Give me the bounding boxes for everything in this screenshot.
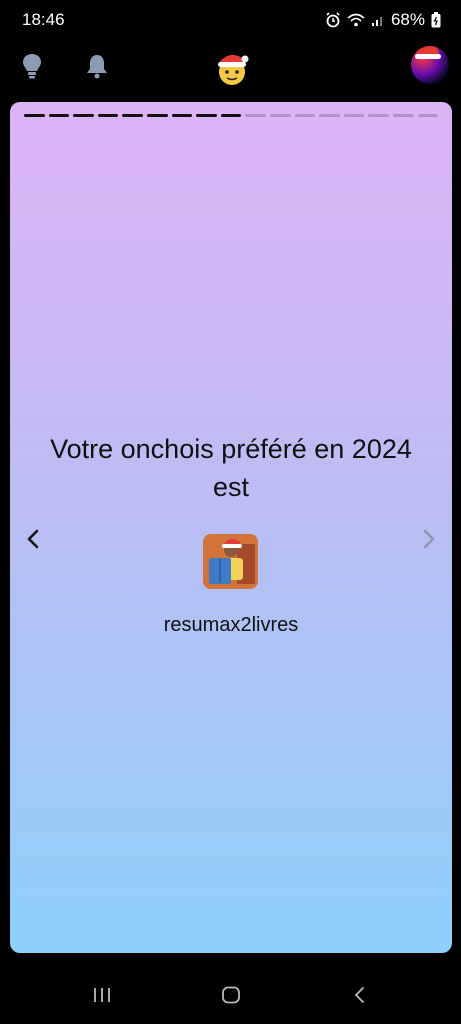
progress-segment [417, 114, 439, 117]
progress-segment [24, 114, 45, 117]
wrapped-story-card[interactable]: Votre onchois préféré en 2024 est resuma… [10, 102, 452, 953]
chevron-right-icon[interactable] [420, 528, 438, 550]
progress-segment [73, 114, 94, 117]
avatar-hat-trim [415, 54, 441, 59]
progress-segment [196, 114, 217, 117]
progress-segment [392, 114, 414, 117]
progress-segment [48, 114, 70, 117]
home-icon[interactable] [221, 986, 241, 1004]
bell-icon[interactable] [84, 52, 110, 80]
status-bar: 18:46 68% [0, 0, 461, 40]
progress-segment [343, 114, 365, 117]
reader-avatar-image [203, 534, 258, 589]
story-progress-bar [24, 114, 439, 118]
system-nav-bar [0, 964, 461, 1024]
progress-segment [97, 114, 119, 117]
favorite-user-name: resumax2livres [163, 614, 299, 636]
progress-segment [294, 114, 316, 117]
battery-icon [431, 12, 441, 28]
user-avatar [203, 534, 258, 589]
progress-segment [146, 114, 168, 117]
progress-segment [269, 114, 291, 117]
back-icon[interactable] [352, 986, 368, 1004]
profile-avatar[interactable] [411, 46, 449, 84]
alarm-icon [326, 12, 340, 28]
signal-icon [371, 17, 382, 26]
progress-segment [220, 114, 242, 117]
santa-mascot-icon[interactable] [212, 48, 250, 88]
progress-segment [368, 114, 389, 117]
progress-segment [245, 114, 266, 117]
status-icons: 68% [325, 10, 441, 30]
status-time: 18:46 [22, 10, 65, 29]
story-headline: Votre onchois préféré en 2024 est [50, 434, 412, 502]
chevron-left-icon[interactable] [24, 528, 42, 550]
progress-segment [122, 114, 143, 117]
wifi-icon [347, 13, 365, 27]
recent-apps-icon[interactable] [92, 986, 112, 1004]
progress-segment [319, 114, 340, 117]
battery-percent: 68% [390, 10, 425, 29]
lightbulb-icon[interactable] [20, 52, 44, 80]
app-top-bar [0, 44, 461, 92]
progress-segment [171, 114, 193, 117]
